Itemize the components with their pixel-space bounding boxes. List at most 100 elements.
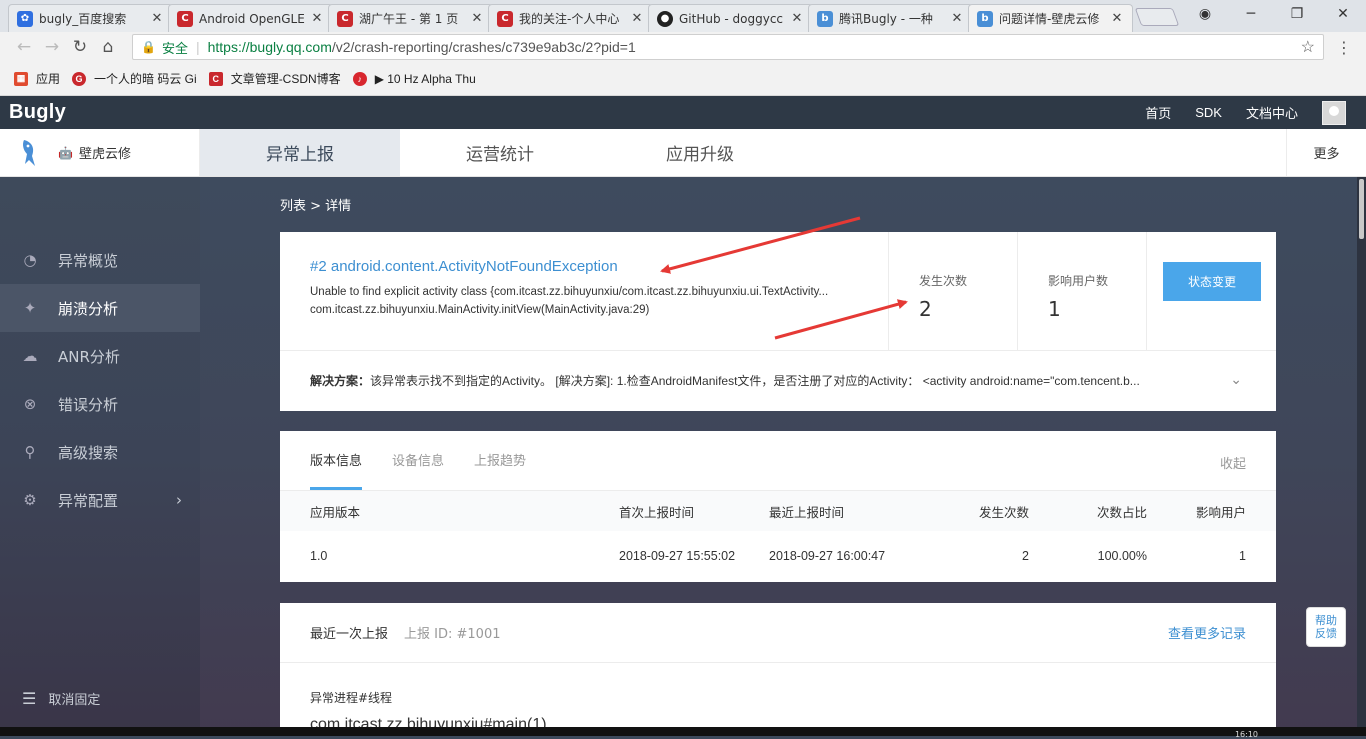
table-cell: 2018-09-27 15:55:02 xyxy=(619,549,736,563)
reload-icon[interactable]: ↻ xyxy=(66,37,94,57)
chevron-down-icon[interactable]: ⌄ xyxy=(1230,371,1242,388)
dashboard-icon: ◔ xyxy=(23,251,37,269)
close-tab-icon[interactable]: ✕ xyxy=(310,11,324,26)
app-name: 壁虎云修 xyxy=(78,147,131,162)
tab-operations[interactable]: 运营统计 xyxy=(400,129,600,176)
csdn-icon: C xyxy=(497,10,513,27)
close-tab-icon[interactable]: ✕ xyxy=(790,11,804,26)
browser-tab-bar: ✿ bugly_百度搜索 ✕ C Android OpenGLE ✕ C 湖广午王 - 第… xyxy=(0,0,1366,32)
profile-icon[interactable]: ◉ xyxy=(1182,0,1228,28)
affected-users-count: 1 xyxy=(1048,297,1061,321)
table-row[interactable]: 1.0 2018-09-27 15:55:02 2018-09-27 16:00… xyxy=(280,531,1276,581)
sidebar-item-search[interactable]: ⚲ 高级搜索 xyxy=(0,428,200,476)
bugly-bird-icon xyxy=(23,139,35,166)
bookmark-music[interactable]: ♪ ▶ 10 Hz Alpha Thu xyxy=(352,71,476,86)
csdn-icon: C xyxy=(208,71,223,86)
browser-tab[interactable]: C 我的关注-个人中心 ✕ xyxy=(488,4,653,32)
browser-tab[interactable]: b 腾讯Bugly - 一种 ✕ xyxy=(808,4,973,32)
taskbar: 16:10 xyxy=(0,727,1366,739)
sidebar-item-anr[interactable]: ☁ ANR分析 xyxy=(0,332,200,380)
solution-label: 解决方案： xyxy=(310,374,371,388)
bugly-logo[interactable]: Bugly xyxy=(9,101,66,124)
exception-title[interactable]: #2 android.content.ActivityNotFoundExcep… xyxy=(310,258,618,275)
close-tab-icon[interactable]: ✕ xyxy=(150,11,164,26)
more-menu[interactable]: 更多 xyxy=(1286,129,1366,176)
tab-upgrade[interactable]: 应用升级 xyxy=(600,129,800,176)
window-controls: ◉ ─ ❐ ✕ xyxy=(1182,0,1366,28)
minimize-icon[interactable]: ─ xyxy=(1228,0,1274,28)
browser-tab[interactable]: C Android OpenGLE ✕ xyxy=(168,4,333,32)
close-tab-icon[interactable]: ✕ xyxy=(950,11,964,26)
unpin-sidebar[interactable]: ☰ 取消固定 xyxy=(22,689,100,708)
app-selector[interactable]: 🤖 壁虎云修 xyxy=(0,129,200,176)
browser-tab[interactable]: ● GitHub - doggycc ✕ xyxy=(648,4,813,32)
sidebar-item-config[interactable]: ⚙ 异常配置 › xyxy=(0,476,200,524)
bookmark-apps[interactable]: ▦ 应用 xyxy=(14,70,60,87)
nav-link-sdk[interactable]: SDK xyxy=(1195,105,1222,120)
close-tab-icon[interactable]: ✕ xyxy=(470,11,484,26)
version-table: 应用版本 首次上报时间 最近上报时间 发生次数 次数占比 影响用户 1.0 20… xyxy=(280,491,1276,581)
browser-tab[interactable]: ✿ bugly_百度搜索 ✕ xyxy=(8,4,173,32)
baidu-icon: ✿ xyxy=(17,10,33,27)
sidebar: ◔ 异常概览 ✦ 崩溃分析 ☁ ANR分析 ⊗ 错误分析 ⚲ 高级搜索 ⚙ 异常配置 › ☰ 取… xyxy=(0,177,200,736)
bookmarks-bar: ▦ 应用 G 一个人的暗 码云 Gi C 文章管理-CSDN博客 ♪ ▶ 10 Hz A… xyxy=(0,62,1366,96)
back-icon[interactable]: ← xyxy=(10,37,38,57)
table-cell: 2018-09-27 16:00:47 xyxy=(769,549,886,563)
bugly-icon: b xyxy=(977,10,993,27)
column-header: 应用版本 xyxy=(280,491,619,531)
sidebar-item-error[interactable]: ⊗ 错误分析 xyxy=(0,380,200,428)
collapse-button[interactable]: 收起 xyxy=(1220,453,1246,472)
apps-grid-icon: ▦ xyxy=(14,71,28,86)
bookmark-csdn[interactable]: C 文章管理-CSDN博客 xyxy=(208,70,341,87)
forward-icon[interactable]: → xyxy=(38,37,66,57)
browser-tab[interactable]: C 湖广午王 - 第 1 页 ✕ xyxy=(328,4,493,32)
solution-text: 该异常表示找不到指定的Activity。 [解决方案]: 1.检查Android… xyxy=(370,374,1140,388)
new-tab-button[interactable] xyxy=(1134,8,1180,26)
solution-row[interactable]: 解决方案：该异常表示找不到指定的Activity。 [解决方案]: 1.检查An… xyxy=(280,351,1276,410)
clock: 16:10 xyxy=(1234,730,1258,739)
browser-menu-icon[interactable]: ⋮ xyxy=(1336,38,1352,57)
url-separator: | xyxy=(195,39,200,55)
close-tab-icon[interactable]: ✕ xyxy=(1110,11,1124,26)
latest-report-title: 最近一次上报 xyxy=(310,627,389,642)
table-cell: 1 xyxy=(1239,549,1246,563)
sidebar-item-crash[interactable]: ✦ 崩溃分析 xyxy=(0,284,200,332)
maximize-icon[interactable]: ❐ xyxy=(1274,0,1320,28)
home-icon[interactable]: ⌂ xyxy=(94,37,122,57)
change-status-button[interactable]: 状态变更 xyxy=(1163,262,1261,301)
affected-users-stat: 影响用户数 1 xyxy=(1017,232,1147,351)
gear-icon: ⚙ xyxy=(23,491,37,509)
view-more-records-link[interactable]: 查看更多记录 xyxy=(1168,623,1246,642)
nav-link-home[interactable]: 首页 xyxy=(1145,103,1171,122)
occurrence-count: 2 xyxy=(919,297,932,321)
lock-icon: 🔒 xyxy=(141,40,156,54)
gitee-icon: G xyxy=(72,71,87,86)
avatar[interactable] xyxy=(1322,100,1346,125)
column-header: 最近上报时间 xyxy=(769,491,919,531)
android-icon: 🤖 xyxy=(58,145,73,160)
tab-device-info[interactable]: 设备信息 xyxy=(392,431,444,490)
table-cell: 2 xyxy=(1022,549,1029,563)
affected-users-label: 影响用户数 xyxy=(1048,274,1109,288)
help-feedback-button[interactable]: 帮助 反馈 xyxy=(1306,607,1346,647)
main-content: 列表 > 详情 #2 android.content.ActivityNotFo… xyxy=(200,177,1357,736)
page-scrollbar[interactable] xyxy=(1357,177,1366,736)
nav-link-docs[interactable]: 文档中心 xyxy=(1246,103,1298,122)
bookmark-gitee[interactable]: G 一个人的暗 码云 Gi xyxy=(72,70,197,87)
close-tab-icon[interactable]: ✕ xyxy=(630,11,644,26)
url-text[interactable]: https://bugly.qq.com/v2/crash-reporting/… xyxy=(208,39,636,55)
close-window-icon[interactable]: ✕ xyxy=(1320,0,1366,28)
tab-crash-reporting[interactable]: 异常上报 xyxy=(200,129,400,176)
tab-version-info[interactable]: 版本信息 xyxy=(310,431,363,490)
tab-report-trend[interactable]: 上报趋势 xyxy=(474,431,526,490)
breadcrumb[interactable]: 列表 > 详情 xyxy=(280,195,351,214)
scrollbar-thumb[interactable] xyxy=(1359,179,1364,239)
sidebar-item-overview[interactable]: ◔ 异常概览 xyxy=(0,236,200,284)
list-icon: ☰ xyxy=(22,689,37,708)
crash-icon: ✦ xyxy=(23,299,37,317)
url-bar[interactable]: 🔒 安全 | https://bugly.qq.com/v2/crash-rep… xyxy=(132,34,1324,60)
github-icon: ● xyxy=(657,10,673,27)
bookmark-star-icon[interactable]: ☆ xyxy=(1301,37,1315,57)
browser-tab-active[interactable]: b 问题详情-壁虎云修 ✕ xyxy=(968,4,1133,32)
latest-report-card: 最近一次上报 上报 ID: #1001 查看更多记录 异常进程#线程 com.i… xyxy=(280,603,1276,736)
